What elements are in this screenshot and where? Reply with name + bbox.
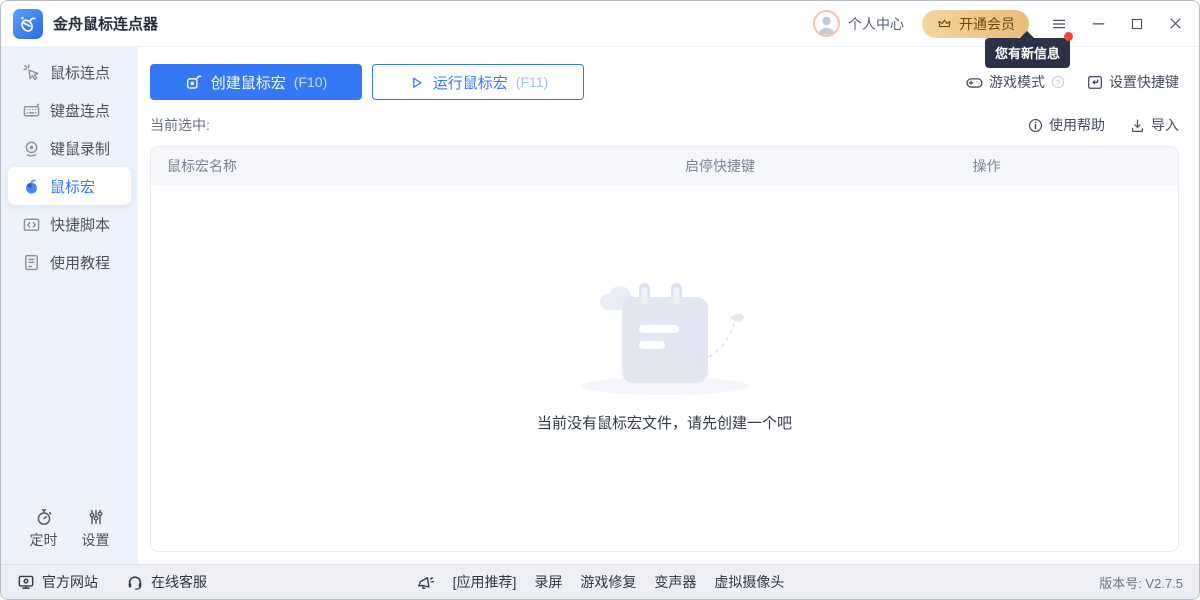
promo-link-screen-record[interactable]: 录屏 bbox=[534, 572, 562, 592]
sidebar-footer: 定时 设置 bbox=[1, 507, 138, 550]
personal-center-link[interactable]: 个人中心 bbox=[848, 14, 904, 34]
vip-button-label: 开通会员 bbox=[959, 14, 1015, 34]
promo-link-voice-changer[interactable]: 变声器 bbox=[654, 572, 696, 592]
sidebar-item-mouse-macro[interactable]: 鼠标宏 bbox=[8, 167, 131, 205]
cursor-click-icon bbox=[21, 62, 41, 82]
timer-button[interactable]: 定时 bbox=[30, 507, 58, 550]
play-icon bbox=[408, 74, 425, 91]
official-site-link[interactable]: 官方网站 bbox=[17, 572, 98, 592]
online-service-link[interactable]: 在线客服 bbox=[126, 572, 207, 592]
book-icon bbox=[21, 252, 41, 272]
run-macro-hotkey: (F11) bbox=[516, 74, 548, 90]
crown-icon bbox=[936, 15, 953, 32]
promo-link-game-fix[interactable]: 游戏修复 bbox=[580, 572, 636, 592]
keyboard-icon bbox=[21, 100, 41, 120]
app-promo-label: [应用推荐] bbox=[453, 572, 517, 592]
run-macro-label: 运行鼠标宏 bbox=[433, 72, 508, 93]
app-title: 金舟鼠标连点器 bbox=[53, 13, 158, 34]
online-service-label: 在线客服 bbox=[151, 572, 207, 592]
column-hotkey: 启停快捷键 bbox=[685, 156, 973, 176]
import-icon bbox=[1129, 117, 1146, 134]
sidebar-item-keyboard-click[interactable]: 键盘连点 bbox=[8, 91, 131, 129]
avatar[interactable] bbox=[813, 10, 840, 37]
usage-help-link[interactable]: 使用帮助 bbox=[1027, 115, 1105, 135]
column-actions: 操作 bbox=[973, 156, 1178, 176]
sidebar-item-label: 使用教程 bbox=[50, 252, 110, 273]
record-macro-icon bbox=[185, 73, 203, 91]
maximize-button[interactable] bbox=[1130, 17, 1144, 31]
create-macro-label: 创建鼠标宏 bbox=[211, 72, 286, 93]
empty-state-text: 当前没有鼠标宏文件，请先创建一个吧 bbox=[537, 412, 792, 433]
notification-dot bbox=[1064, 32, 1073, 41]
mouse-icon bbox=[21, 176, 41, 196]
macro-table: 鼠标宏名称 启停快捷键 操作 bbox=[150, 146, 1179, 552]
sidebar-item-label: 鼠标连点 bbox=[50, 62, 110, 83]
game-mode-link[interactable]: 游戏模式 ? bbox=[965, 72, 1066, 92]
empty-state: 当前没有鼠标宏文件，请先创建一个吧 bbox=[151, 185, 1178, 551]
sidebar-item-quick-script[interactable]: 快捷脚本 bbox=[8, 205, 131, 243]
gamepad-icon bbox=[965, 73, 984, 92]
close-button[interactable] bbox=[1168, 16, 1183, 31]
promo-link-virtual-camera[interactable]: 虚拟摄像头 bbox=[714, 572, 784, 592]
current-selection-label: 当前选中: bbox=[150, 115, 210, 135]
official-site-label: 官方网站 bbox=[42, 572, 98, 592]
headset-icon bbox=[126, 573, 144, 591]
hotkey-icon bbox=[1086, 73, 1104, 91]
table-header: 鼠标宏名称 启停快捷键 操作 bbox=[151, 147, 1178, 185]
import-label: 导入 bbox=[1151, 115, 1179, 135]
svg-text:?: ? bbox=[1056, 78, 1060, 87]
window-controls bbox=[1051, 16, 1183, 32]
new-message-tooltip: 您有新信息 bbox=[985, 38, 1070, 68]
create-macro-button[interactable]: 创建鼠标宏 (F10) bbox=[150, 64, 362, 100]
action-toolbar: 创建鼠标宏 (F10) 运行鼠标宏 (F11) bbox=[150, 64, 1179, 100]
mouse-logo-icon bbox=[17, 13, 39, 35]
app-logo bbox=[13, 9, 43, 39]
run-macro-button[interactable]: 运行鼠标宏 (F11) bbox=[372, 64, 584, 100]
webcam-icon bbox=[21, 138, 41, 158]
monitor-icon bbox=[17, 573, 35, 591]
statusbar: 官方网站 在线客服 bbox=[1, 564, 1199, 599]
menu-button[interactable] bbox=[1051, 16, 1067, 32]
tooltip-text: 您有新信息 bbox=[995, 46, 1060, 61]
column-macro-name: 鼠标宏名称 bbox=[151, 156, 685, 176]
usage-help-label: 使用帮助 bbox=[1049, 115, 1105, 135]
vip-button[interactable]: 开通会员 bbox=[922, 10, 1029, 38]
main-content: 创建鼠标宏 (F10) 运行鼠标宏 (F11) bbox=[138, 46, 1199, 564]
timer-icon bbox=[34, 507, 54, 527]
sidebar: 鼠标连点 键盘连点 bbox=[1, 46, 138, 564]
code-icon bbox=[21, 214, 41, 234]
app-window: 金舟鼠标连点器 个人中心 bbox=[0, 0, 1200, 600]
sidebar-item-tutorial[interactable]: 使用教程 bbox=[8, 243, 131, 281]
minimize-button[interactable] bbox=[1091, 16, 1106, 31]
megaphone-icon bbox=[416, 573, 435, 592]
info-icon bbox=[1027, 117, 1044, 134]
import-link[interactable]: 导入 bbox=[1129, 115, 1179, 135]
settings-button[interactable]: 设置 bbox=[82, 507, 110, 550]
promo-bar: [应用推荐] 录屏 游戏修复 变声器 虚拟摄像头 bbox=[416, 572, 785, 592]
sidebar-item-mouse-click[interactable]: 鼠标连点 bbox=[8, 53, 131, 91]
help-circle-icon[interactable]: ? bbox=[1050, 74, 1066, 90]
sliders-icon bbox=[86, 507, 106, 527]
timer-label: 定时 bbox=[30, 530, 58, 550]
sidebar-item-label: 快捷脚本 bbox=[50, 214, 110, 235]
sidebar-item-label: 键鼠录制 bbox=[50, 138, 110, 159]
selection-bar: 当前选中: 使用帮助 bbox=[150, 115, 1179, 135]
sidebar-item-record[interactable]: 键鼠录制 bbox=[8, 129, 131, 167]
set-hotkey-link[interactable]: 设置快捷键 bbox=[1086, 72, 1179, 92]
sidebar-item-label: 鼠标宏 bbox=[50, 176, 95, 197]
settings-label: 设置 bbox=[82, 530, 110, 550]
version-label: 版本号: V2.7.5 bbox=[1099, 573, 1183, 592]
set-hotkey-label: 设置快捷键 bbox=[1109, 72, 1179, 92]
notepad-illustration bbox=[570, 278, 760, 396]
create-macro-hotkey: (F10) bbox=[294, 74, 327, 90]
sidebar-item-label: 键盘连点 bbox=[50, 100, 110, 121]
game-mode-label: 游戏模式 bbox=[989, 72, 1045, 92]
